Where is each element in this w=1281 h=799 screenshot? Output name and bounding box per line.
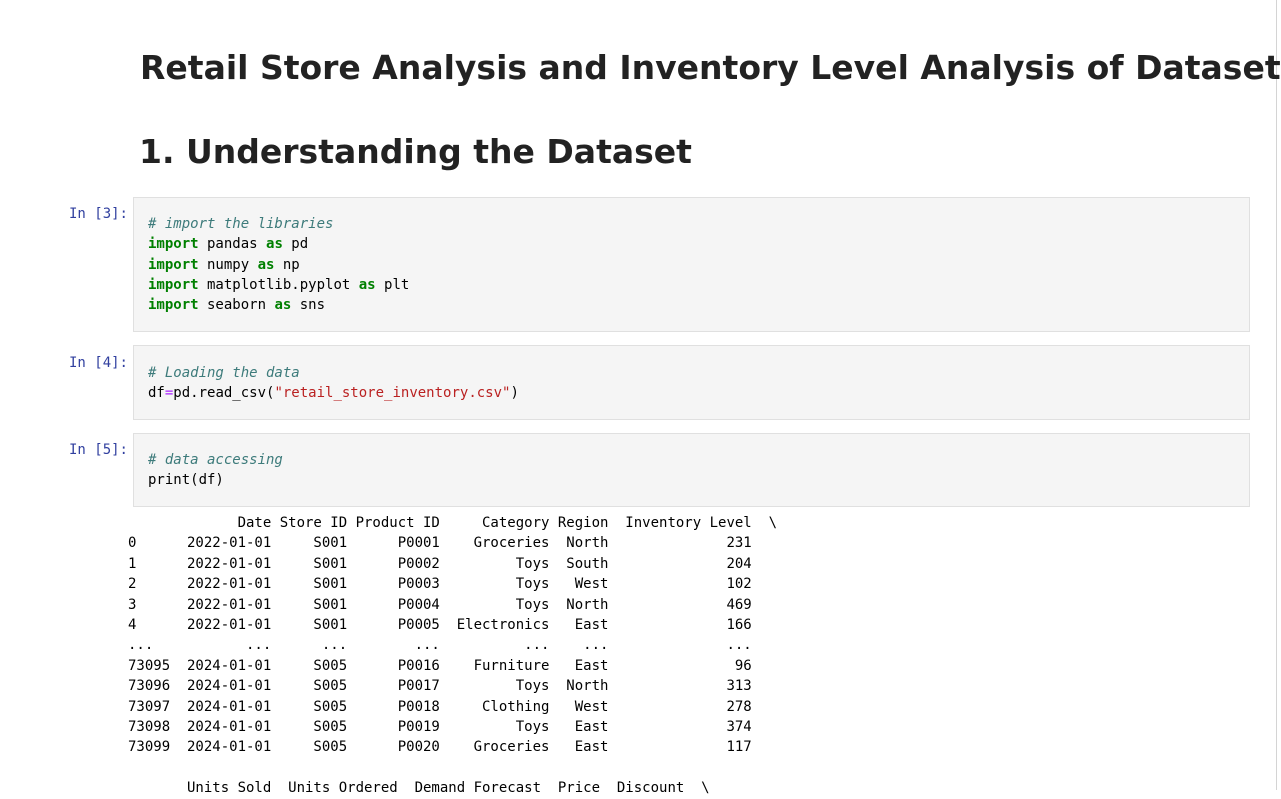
output-line: 73099 2024-01-01 S005 P0020 Groceries Ea… — [128, 739, 778, 756]
output-line: 73095 2024-01-01 S005 P0016 Furniture Ea… — [128, 657, 778, 674]
output-line: 1 2022-01-01 S001 P0002 Toys South 204 — [128, 555, 778, 572]
output-line: 4 2022-01-01 S001 P0005 Electronics East… — [128, 617, 778, 634]
code-text: sns — [291, 297, 326, 314]
code-cell[interactable]: # Loading the data df=pd.read_csv("retail… — [133, 345, 1250, 420]
output-line: 73096 2024-01-01 S005 P0017 Toys North 3… — [128, 678, 778, 695]
code-text: df — [148, 385, 165, 402]
code-line: import numpy as np — [148, 255, 409, 275]
code-text: pd — [282, 236, 309, 253]
output-line: 0 2022-01-01 S001 P0001 Groceries North … — [128, 535, 778, 552]
code-comment: # import the libraries — [148, 216, 334, 232]
code-text: pd.read_csv( — [173, 385, 275, 402]
code-line: # import the libraries — [148, 214, 409, 234]
code-comment: # data accessing — [148, 452, 283, 468]
code-cell[interactable]: # import the libraries import pandas as p… — [133, 197, 1250, 332]
code-line: # data accessing — [148, 450, 283, 470]
code-line: import seaborn as sns — [148, 295, 409, 315]
output-line: 73097 2024-01-01 S005 P0018 Clothing Wes… — [128, 698, 778, 715]
cell-prompt: In [4]: — [68, 355, 128, 371]
code-keyword: as — [257, 256, 275, 273]
code-keyword: import — [148, 276, 199, 293]
scrollbar-divider — [1276, 0, 1277, 790]
code-text: pandas — [198, 236, 267, 253]
output-line: ... ... ... ... ... ... ... — [128, 637, 778, 654]
code-line: import pandas as pd — [148, 234, 409, 254]
code-text: matplotlib.pyplot — [198, 276, 359, 293]
code-text: print(df) — [148, 472, 224, 489]
code-string: "retail_store_inventory.csv" — [274, 385, 511, 402]
cell-output: Date Store ID Product ID Category Region… — [128, 513, 777, 799]
code-keyword: import — [148, 297, 199, 314]
code-keyword: as — [358, 276, 376, 293]
cell-prompt: In [3]: — [68, 206, 128, 222]
code-text: ) — [510, 385, 519, 402]
cell-prompt: In [5]: — [68, 442, 128, 458]
code-text: numpy — [198, 256, 258, 273]
code-editor[interactable]: # Loading the data df=pd.read_csv("retail… — [148, 363, 519, 404]
code-keyword: import — [148, 236, 199, 253]
output-line: Date Store ID Product ID Category Region… — [128, 515, 778, 531]
code-text: seaborn — [198, 297, 275, 314]
code-line: import matplotlib.pyplot as plt — [148, 275, 409, 295]
code-text: plt — [375, 276, 410, 293]
code-cell[interactable]: # data accessing print(df) — [133, 433, 1250, 507]
code-keyword: import — [148, 256, 199, 273]
section-heading: 1. Understanding the Dataset — [139, 132, 692, 171]
output-line: Units Sold Units Ordered Demand Forecast… — [128, 780, 710, 797]
code-keyword: as — [274, 297, 292, 314]
code-text: np — [274, 256, 300, 273]
output-line: 73098 2024-01-01 S005 P0019 Toys East 37… — [128, 719, 778, 736]
output-line: 2 2022-01-01 S001 P0003 Toys West 102 — [128, 576, 778, 593]
code-editor[interactable]: # data accessing print(df) — [148, 450, 283, 491]
code-comment: # Loading the data — [148, 365, 300, 381]
code-keyword: as — [266, 236, 283, 253]
code-editor[interactable]: # import the libraries import pandas as p… — [148, 214, 409, 315]
output-line: 3 2022-01-01 S001 P0004 Toys North 469 — [128, 596, 778, 613]
code-line: # Loading the data — [148, 363, 519, 383]
code-line: df=pd.read_csv("retail_store_inventory.c… — [148, 383, 519, 403]
notebook-title: Retail Store Analysis and Inventory Leve… — [140, 48, 1281, 87]
code-line: print(df) — [148, 470, 283, 490]
